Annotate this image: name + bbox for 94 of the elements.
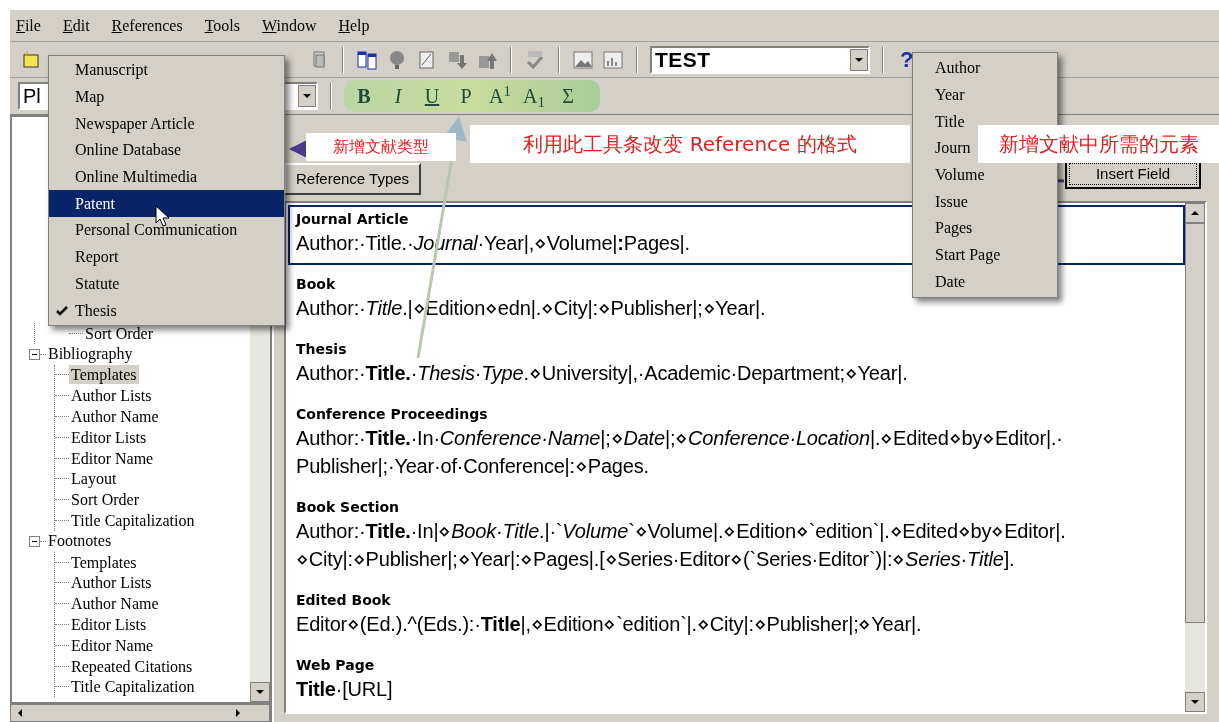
new-document-icon[interactable]: [20, 48, 42, 71]
template-entry[interactable]: Edited Book Editor⋄(Ed.).^(Eds.):·Title|,⋄Edition⋄`edition`|.⋄City|:⋄Publisher|;⋄Year|.: [288, 586, 928, 646]
scroll-left-icon[interactable]: [18, 709, 22, 717]
tree-item[interactable]: Layout: [69, 469, 119, 489]
format-button[interactable]: U: [418, 83, 446, 109]
format-button[interactable]: Σ: [554, 83, 582, 109]
spellcheck-icon[interactable]: [524, 48, 546, 71]
template-line: Author:·Title.·In·Conference·Name|;⋄Date|;⋄Conference·Location|.⋄Edited⋄by⋄Editor|.·: [296, 426, 1063, 451]
tree-item[interactable]: Templates: [69, 365, 139, 385]
reference-type-title: Thesis: [296, 340, 347, 359]
horizontal-scrollbar[interactable]: [10, 704, 270, 722]
menu-item[interactable]: References: [111, 13, 183, 38]
menu-item[interactable]: Patent: [49, 190, 284, 218]
format-button[interactable]: B: [350, 83, 378, 109]
callout-arrow: [289, 140, 307, 158]
menu-item[interactable]: Manuscript: [49, 57, 284, 84]
format-button[interactable]: P: [452, 83, 480, 109]
template-line: Publisher|;·Year·of·Conference|:⋄Pages.: [296, 454, 649, 479]
menu-item[interactable]: Online Multimedia: [49, 163, 284, 191]
reference-type-title: Web Page: [296, 656, 375, 675]
menu-item[interactable]: Statute: [49, 270, 284, 298]
template-entry[interactable]: Book Section Author:·Title.·In|⋄Book·Title.|·`Volume`⋄Volume|.⋄Edition⋄`edition`|.⋄Edited⋄by⋄Editor|. ⋄City|:⋄Publisher|;⋄Year|:⋄Pages|.[⋄Series·Editor⋄(`Series·Editor`)|:⋄Series·Title].: [288, 493, 1072, 581]
tree-item[interactable]: Repeated Citations: [69, 656, 195, 676]
callout-label: 利用此工具条改变 Reference 的格式: [470, 125, 910, 163]
tree-item[interactable]: Editor Lists: [69, 615, 149, 635]
menu-item[interactable]: Edit: [62, 13, 90, 38]
reference-type-title: Journal Article: [296, 210, 409, 229]
scroll-up-icon[interactable]: [1191, 211, 1199, 215]
menu-item[interactable]: Author: [913, 55, 983, 82]
template-line: Title·[URL]: [296, 677, 393, 702]
collapse-icon[interactable]: [29, 348, 40, 360]
tree-item[interactable]: Templates: [69, 552, 139, 572]
reference-type-title: Conference Proceedings: [296, 405, 488, 424]
reference-types-button[interactable]: Reference Types: [284, 163, 422, 195]
tree-item[interactable]: Author Lists: [69, 386, 154, 406]
tree-item[interactable]: Author Name: [69, 407, 161, 427]
tree-item[interactable]: Sort Order: [83, 323, 155, 343]
menu-item[interactable]: Map: [49, 83, 284, 111]
template-entry[interactable]: Web Page Title·[URL]: [288, 651, 399, 711]
menu-item[interactable]: Online Database: [49, 137, 284, 164]
tree-item[interactable]: Author Name: [69, 594, 161, 614]
tree-item[interactable]: Title Capitalization: [69, 677, 197, 697]
format-button[interactable]: A$^{1}$: [486, 83, 514, 109]
menu-item[interactable]: Date: [913, 268, 968, 296]
dropdown-arrow-icon[interactable]: [303, 94, 311, 98]
template-entry[interactable]: Conference Proceedings Author:·Title.·In·Conference·Name|;⋄Date|;⋄Conference·Location|.⋄Edited⋄by⋄Editor|.· Publisher|;·Year·of·Conference|:⋄Pages.: [288, 400, 1069, 488]
tree-item[interactable]: Footnotes: [46, 529, 114, 554]
window-pair-icon[interactable]: [356, 48, 378, 71]
callout-label: 新增文献中所需的元素: [978, 125, 1219, 163]
menu-item[interactable]: Year: [913, 81, 967, 109]
collapse-icon[interactable]: [29, 535, 40, 547]
menu-item[interactable]: Personal Communication: [49, 217, 284, 244]
style-dropdown[interactable]: TEST: [650, 45, 870, 74]
template-line: Author:·Title.·Thesis·Type.⋄University|,·Academic·Department;⋄Year|.: [296, 361, 908, 386]
chart-image-icon[interactable]: [602, 48, 624, 71]
template-entry[interactable]: Book Author:·Title.|⋄Edition⋄edn|.⋄City|:⋄Publisher|;⋄Year|.: [288, 270, 772, 330]
menu-item[interactable]: Window: [261, 13, 317, 38]
menu-item[interactable]: Report: [49, 243, 284, 271]
menu-item[interactable]: Newspaper Article: [49, 110, 284, 138]
menu-item[interactable]: Pages: [913, 215, 975, 242]
tree-item[interactable]: Editor Name: [69, 635, 156, 655]
scroll-down-icon[interactable]: [1191, 700, 1199, 704]
menu-item[interactable]: Volume: [913, 161, 987, 189]
template-line: Author:·Title.|⋄Edition⋄edn|.⋄City|:⋄Publisher|;⋄Year|.: [296, 296, 766, 321]
template-line: Author:·Title.·Journal·Year|,⋄Volume|:Pages|.: [296, 231, 690, 256]
image-icon[interactable]: [572, 48, 594, 71]
template-line: Author:·Title.·In|⋄Book·Title.|·`Volume`⋄Volume|.⋄Edition⋄`edition`|.⋄Edited⋄by⋄Editor|.: [296, 519, 1066, 544]
tree-item[interactable]: Editor Name: [69, 448, 156, 468]
tree-item[interactable]: Bibliography: [46, 342, 135, 367]
menu-item[interactable]: Tools: [204, 13, 240, 38]
scrollbar-thumb[interactable]: [1185, 223, 1205, 623]
menu-item[interactable]: Thesis: [49, 297, 284, 324]
menu-item[interactable]: File: [16, 13, 41, 38]
template-line: ⋄City|:⋄Publisher|;⋄Year|:⋄Pages|.[⋄Series·Editor⋄(`Series·Editor`)|:⋄Series·Title].: [296, 547, 1015, 572]
tree-item[interactable]: Title Capitalization: [69, 511, 197, 531]
menu-item[interactable]: Help: [338, 13, 370, 38]
dropdown-arrow-icon[interactable]: [855, 57, 863, 62]
menu-item[interactable]: Title: [913, 108, 967, 136]
reference-type-title: Edited Book: [296, 591, 391, 610]
scroll-down-icon[interactable]: [256, 690, 264, 694]
format-button[interactable]: A$_{1}$: [520, 83, 548, 109]
vertical-scrollbar[interactable]: [1185, 203, 1205, 712]
tree-item[interactable]: Author Lists: [69, 573, 154, 593]
template-line: Editor⋄(Ed.).^(Eds.):·Title|,⋄Edition⋄`edition`|.⋄City|:⋄Publisher|;⋄Year|.: [296, 612, 922, 637]
tree-item[interactable]: Sort Order: [69, 490, 141, 510]
reference-type-title: Book: [296, 275, 336, 294]
menu-item[interactable]: Journ: [913, 135, 973, 162]
template-entry[interactable]: Thesis Author:·Title.·Thesis·Type.⋄University|,·Academic·Department;⋄Year|.: [288, 335, 914, 395]
format-button[interactable]: I: [384, 83, 412, 109]
tree-item[interactable]: Editor Lists: [69, 427, 149, 447]
callout-label: 新增文献类型: [306, 133, 456, 161]
checkmark-icon: [56, 305, 68, 316]
reference-type-title: Book Section: [296, 498, 400, 517]
scroll-right-icon[interactable]: [236, 709, 240, 717]
